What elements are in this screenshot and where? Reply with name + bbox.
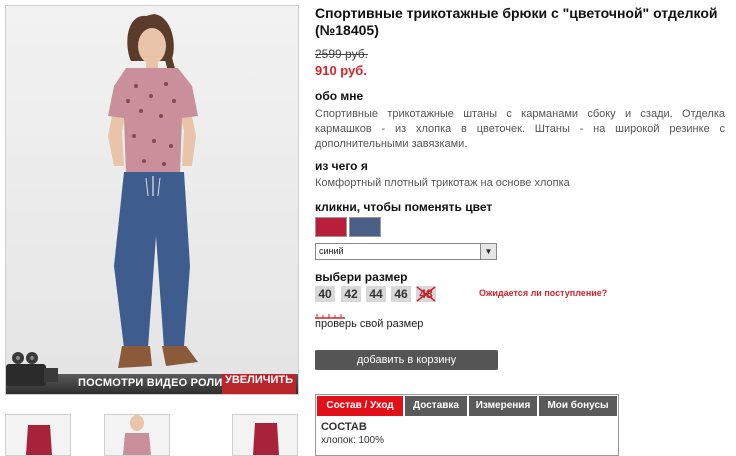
model-illustration — [108, 14, 198, 368]
tab-composition[interactable]: Состав / Уход — [317, 396, 403, 416]
add-to-cart-button[interactable]: добавить в корзину — [315, 350, 498, 370]
size-header: выбери размер — [315, 270, 408, 284]
old-price: 2599 руб. — [315, 47, 368, 61]
tab-delivery[interactable]: Доставка — [405, 396, 467, 416]
size-option[interactable]: 40 — [315, 286, 335, 302]
zoom-button[interactable]: УВЕЛИЧИТЬ — [221, 374, 296, 394]
check-size-link[interactable]: проверь свой размер — [315, 318, 423, 330]
color-swatch-red[interactable] — [315, 217, 347, 237]
availability-link[interactable]: Ожидается ли поступление? — [479, 288, 607, 298]
size-option[interactable]: 44 — [366, 286, 386, 302]
color-swatch-blue[interactable] — [349, 217, 381, 237]
cross-icon — [416, 286, 436, 302]
composition-value: хлопок: 100% — [321, 435, 384, 446]
size-option-unavailable: 48 — [416, 286, 436, 302]
video-camera-icon[interactable] — [4, 350, 64, 392]
thumbnail-image — [26, 425, 52, 455]
video-link[interactable]: ПОСМОТРИ ВИДЕО РОЛИК — [78, 377, 229, 389]
color-select[interactable]: синий ▼ — [315, 243, 497, 260]
about-text: Спортивные трикотажные штаны с карманами… — [315, 108, 725, 150]
size-option[interactable]: 42 — [341, 286, 361, 302]
tab-bonuses[interactable]: Мои бонусы — [539, 396, 617, 416]
thumbnail[interactable] — [232, 414, 298, 456]
composition-header: СОСТАВ — [321, 421, 367, 433]
sale-price: 910 руб. — [315, 63, 367, 78]
tab-measurements[interactable]: Измерения — [469, 396, 537, 416]
color-header: кликни, чтобы поменять цвет — [315, 200, 493, 214]
thumbnail[interactable] — [104, 414, 170, 456]
thumbnail-strip — [5, 414, 298, 456]
product-photo[interactable]: ПОСМОТРИ ВИДЕО РОЛИК УВЕЛИЧИТЬ — [5, 5, 299, 395]
chevron-down-icon[interactable]: ▼ — [480, 244, 496, 259]
material-text: Комфортный плотный трикотаж на основе хл… — [315, 177, 570, 189]
color-select-value: синий — [319, 246, 344, 256]
about-header: обо мне — [315, 89, 364, 103]
thumbnail-image — [253, 423, 279, 455]
material-header: из чего я — [315, 159, 368, 173]
product-title: Спортивные трикотажные брюки с "цветочно… — [315, 5, 718, 38]
size-option[interactable]: 46 — [391, 286, 411, 302]
thumbnail[interactable] — [5, 414, 71, 456]
thumbnail-image — [123, 415, 151, 455]
